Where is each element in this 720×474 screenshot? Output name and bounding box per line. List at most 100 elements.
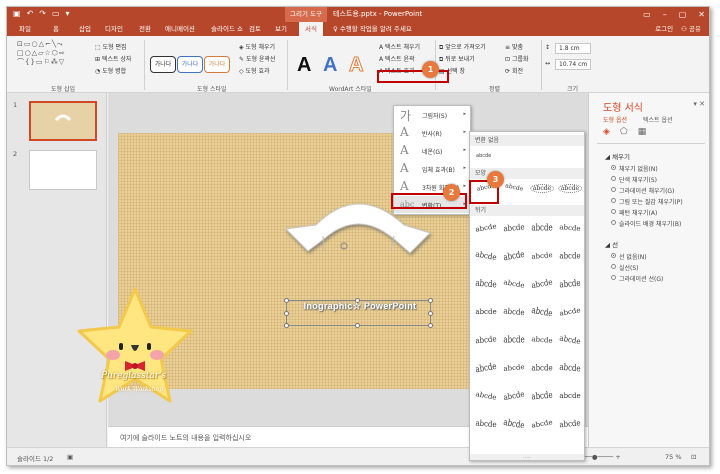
warp-option[interactable]: abcde xyxy=(558,278,583,290)
warp-option[interactable]: abcde xyxy=(530,335,555,345)
option-gradient-line[interactable]: 그라데이션 선(G) xyxy=(619,274,663,283)
warp-option[interactable]: abcde xyxy=(502,222,527,233)
warp-option[interactable]: abcde xyxy=(474,278,499,290)
close-icon[interactable]: ✕ xyxy=(698,7,705,22)
pane-close-icon[interactable]: ▾ ✕ xyxy=(693,100,705,108)
group-button[interactable]: ⊡ 그룹화 xyxy=(505,54,529,63)
path-arch-down-option[interactable]: abcde xyxy=(501,182,526,196)
option-pattern-fill[interactable]: 패턴 채우기(A) xyxy=(619,208,657,217)
option-picture-fill[interactable]: 그림 또는 질감 채우기(P) xyxy=(619,197,683,206)
minimize-icon[interactable]: – xyxy=(663,7,667,22)
menu-item-shadow[interactable]: 가 그림자(S) ▸ xyxy=(394,106,470,123)
text-fill-button[interactable]: A 텍스트 채우기 xyxy=(379,42,420,51)
warp-option[interactable]: abcde xyxy=(473,390,498,402)
warp-option[interactable]: abcde xyxy=(501,249,526,263)
customize-qat-icon[interactable]: ▾ xyxy=(66,9,70,18)
restore-icon[interactable]: ▢ xyxy=(679,7,687,22)
tab-transitions[interactable]: 전환 xyxy=(139,22,151,36)
warp-option[interactable]: abcde xyxy=(474,308,498,316)
menu-item-glow[interactable]: A 네온(G) ▸ xyxy=(394,142,470,159)
save-icon[interactable]: ▣ xyxy=(13,9,21,18)
path-button-option[interactable]: abcde xyxy=(558,184,582,193)
resize-handle[interactable] xyxy=(284,323,289,328)
warp-option[interactable]: abcde xyxy=(473,222,498,234)
slide-wordart-text[interactable]: Inographic☆ PowerPoint xyxy=(290,301,430,312)
warp-option[interactable]: abcde xyxy=(530,251,555,261)
resize-handle[interactable] xyxy=(284,298,289,303)
shape-width-input[interactable]: 10.74 cm xyxy=(555,59,591,70)
warp-option[interactable]: abcde xyxy=(558,251,582,260)
wordart-style-orange[interactable]: A xyxy=(348,54,363,77)
warp-option[interactable]: abcde xyxy=(474,334,499,345)
undo-icon[interactable]: ↶ xyxy=(27,9,34,18)
warp-option[interactable]: abcde xyxy=(530,223,554,233)
radio-background-fill[interactable] xyxy=(611,220,616,225)
tab-view[interactable]: 보기 xyxy=(275,22,287,36)
tell-me-box[interactable]: ♀ 수행할 작업을 알려 주세요 xyxy=(333,22,412,36)
ribbon-display-icon[interactable]: ▭ xyxy=(643,7,651,22)
menu-item-bevel[interactable]: A 입체 효과(B) ▸ xyxy=(394,160,470,177)
option-background-fill[interactable]: 슬라이드 배경 채우기(B) xyxy=(619,219,681,228)
warp-option[interactable]: abcde xyxy=(473,249,498,263)
slideshow-icon[interactable]: ▭ xyxy=(52,9,60,18)
warp-option[interactable]: abcde xyxy=(558,418,583,429)
option-gradient-fill[interactable]: 그라데이션 채우기(G) xyxy=(619,186,674,195)
warp-option[interactable]: abcde xyxy=(557,306,582,318)
tab-file[interactable]: 파일 xyxy=(19,22,31,36)
radio-picture-fill[interactable] xyxy=(611,198,616,203)
send-backward-button[interactable]: ⧉ 뒤로 보내기 xyxy=(439,54,475,64)
text-outline-button[interactable]: A 텍스트 윤곽 xyxy=(379,54,415,63)
edit-shape-button[interactable]: ⬚ 도형 편집 xyxy=(95,42,127,51)
shape-style-3[interactable]: 가나다 xyxy=(204,56,230,73)
tab-home[interactable]: 홈 xyxy=(53,22,59,36)
fill-line-icon[interactable]: ◈ xyxy=(603,127,610,137)
radio-gradient-line[interactable] xyxy=(611,275,616,280)
resize-handle[interactable] xyxy=(284,311,289,316)
menu-item-reflection[interactable]: A 반사(R) ▸ xyxy=(394,124,470,141)
radio-no-line[interactable] xyxy=(611,253,616,258)
radio-pattern-fill[interactable] xyxy=(611,209,616,214)
tab-animations[interactable]: 애니메이션 xyxy=(165,22,195,36)
warp-option[interactable]: abcde xyxy=(474,418,499,429)
shape-style-2[interactable]: 가나다 xyxy=(177,56,203,73)
redo-icon[interactable]: ↷ xyxy=(39,9,46,18)
warp-option[interactable]: abcde xyxy=(558,392,582,400)
shape-outline-button[interactable]: ✎ 도형 윤곽선 xyxy=(239,54,275,63)
warp-option[interactable]: abcde xyxy=(530,363,554,372)
fill-section-header[interactable]: ◢ 채우기 xyxy=(605,151,630,161)
shape-fill-button[interactable]: ◈ 도형 채우기 xyxy=(239,42,275,51)
shape-effects-button[interactable]: ◇ 도형 효과 xyxy=(239,66,270,75)
option-no-line[interactable]: 선 없음(N) xyxy=(619,252,647,261)
path-circle-option[interactable]: abcde xyxy=(530,184,554,193)
resize-handle[interactable] xyxy=(428,323,433,328)
merge-shapes-button[interactable]: ◔ 도형 병합 xyxy=(95,66,126,75)
slide-thumbnail-1[interactable] xyxy=(29,101,97,141)
warp-option[interactable]: abcde xyxy=(502,363,527,373)
warp-option[interactable]: abcde xyxy=(502,306,527,317)
option-solid-line[interactable]: 실선(S) xyxy=(619,263,639,272)
wordart-style-black[interactable]: A xyxy=(297,54,311,77)
radio-no-fill[interactable] xyxy=(611,165,616,170)
warp-option[interactable]: abcde xyxy=(473,361,498,375)
align-button[interactable]: ≡ 맞춤 xyxy=(505,42,523,51)
tab-format[interactable]: 서식 xyxy=(299,22,323,36)
warp-option[interactable]: abcde xyxy=(501,417,526,431)
option-solid-fill[interactable]: 단색 채우기(S) xyxy=(619,175,657,184)
no-transform-option[interactable]: abcde xyxy=(476,153,491,159)
resize-handle[interactable] xyxy=(355,323,360,328)
shapes-gallery[interactable]: ⊡▭○△⌐╲⤳ □○△▱☆⬡⇨ ⌒{}▭⚐⁂▽ xyxy=(17,40,66,67)
warp-option[interactable]: abcde xyxy=(501,278,526,290)
share-button[interactable]: ⚇ 공유 xyxy=(681,22,701,36)
rotate-button[interactable]: ⟳ 회전 xyxy=(505,66,523,75)
radio-solid-fill[interactable] xyxy=(611,176,616,181)
effects-pentagon-icon[interactable]: ⬠ xyxy=(620,127,628,137)
tab-review[interactable]: 검토 xyxy=(249,22,261,36)
warp-option[interactable]: abcde xyxy=(557,333,582,347)
size-properties-icon[interactable]: ▦ xyxy=(638,127,647,137)
radio-gradient-fill[interactable] xyxy=(611,187,616,192)
tab-design[interactable]: 디자인 xyxy=(105,22,123,36)
warp-option[interactable]: abcde xyxy=(529,418,554,430)
tab-shape-options[interactable]: 도형 옵션 xyxy=(603,115,627,124)
warp-option[interactable]: abcde xyxy=(501,389,526,403)
tab-insert[interactable]: 삽입 xyxy=(79,22,91,36)
